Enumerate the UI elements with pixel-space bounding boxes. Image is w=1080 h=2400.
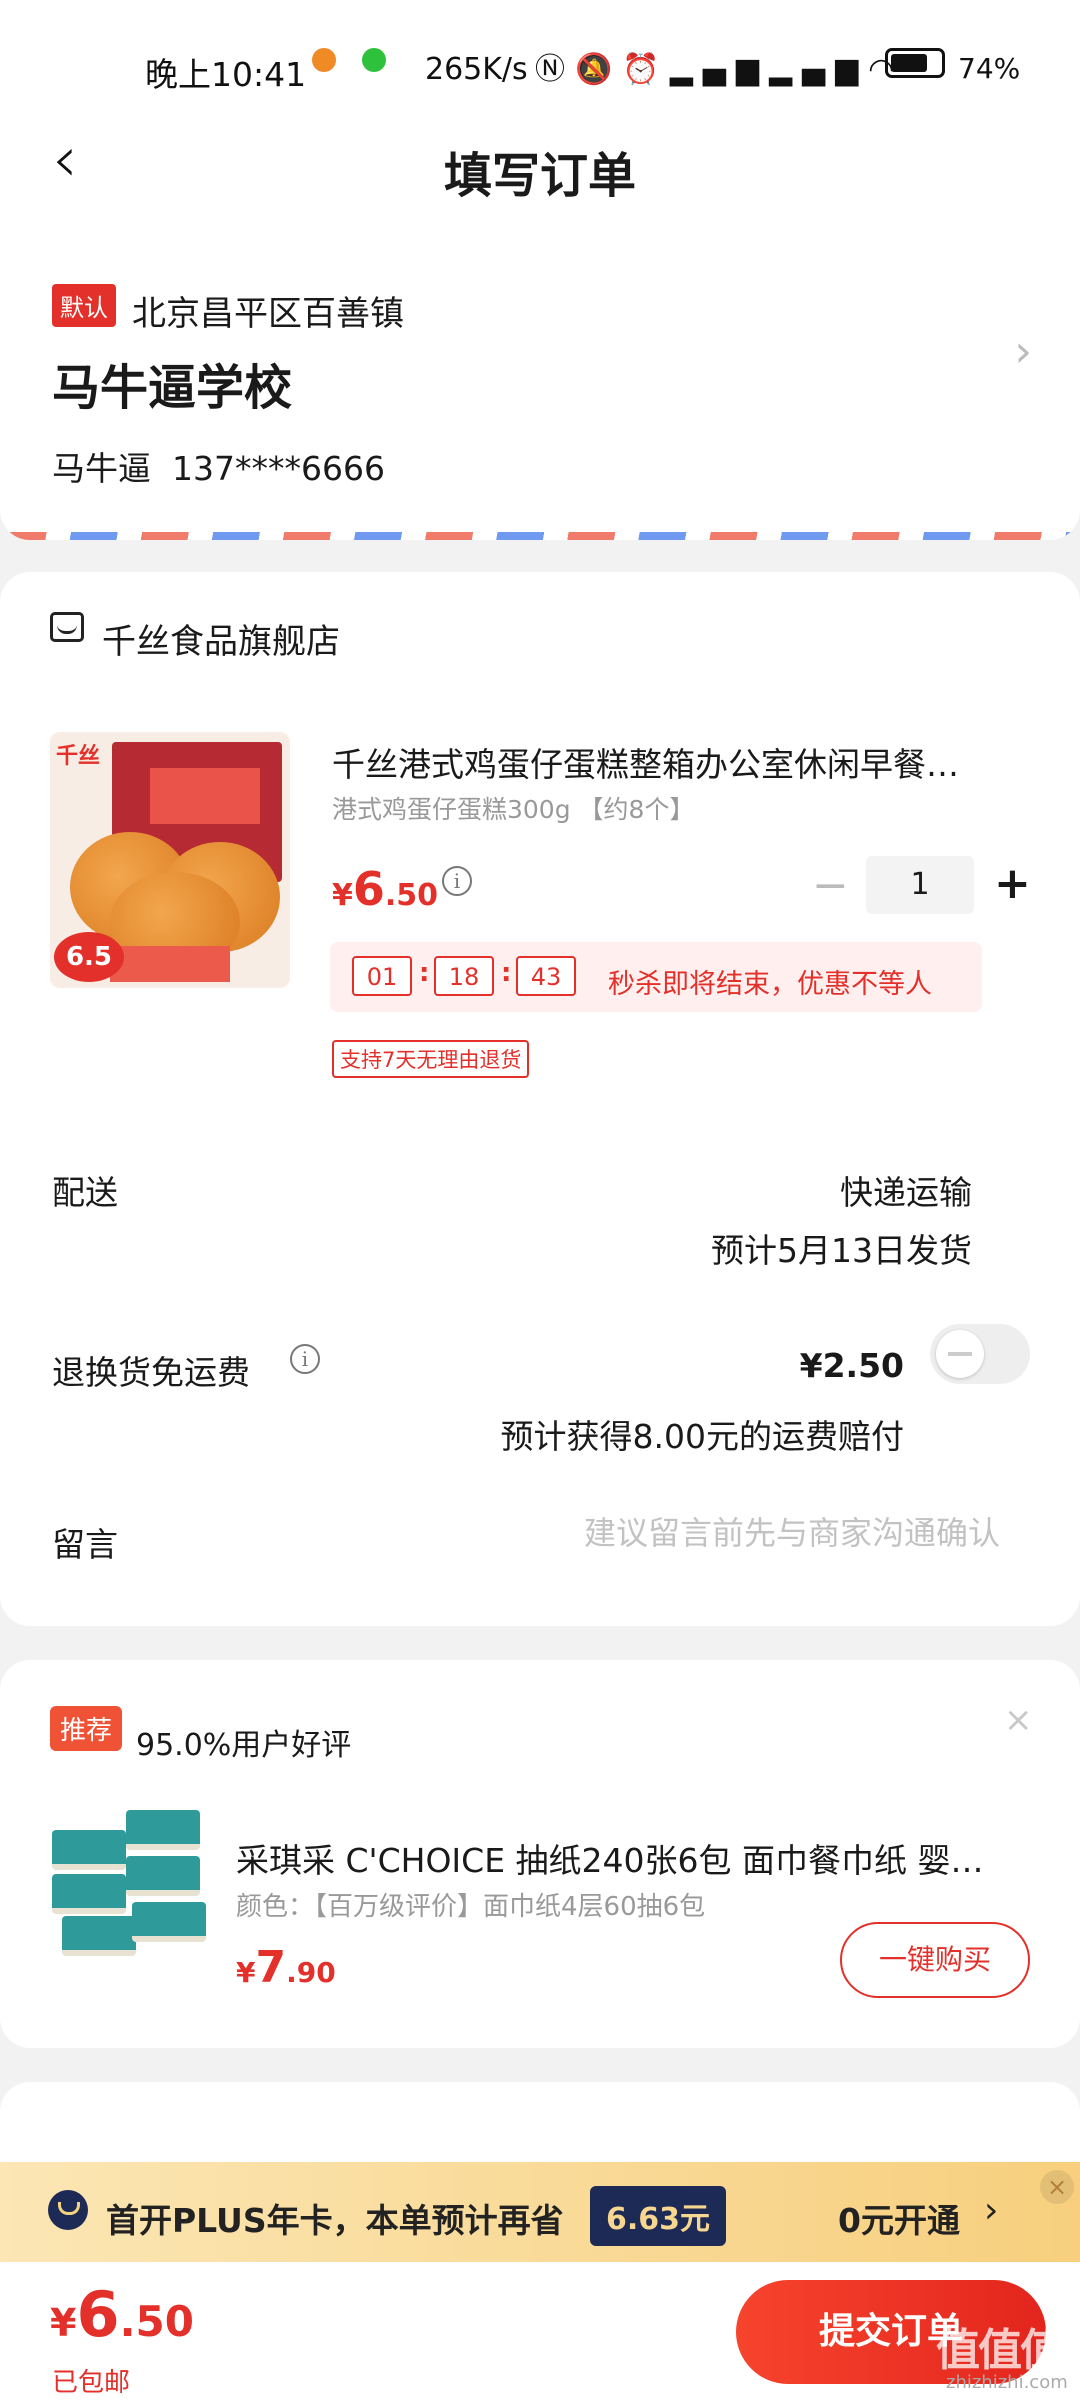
- default-badge: 默认: [52, 284, 116, 327]
- tissue-pack-illustration: [126, 1810, 200, 1850]
- shop-name[interactable]: 千丝食品旗舰店: [102, 614, 340, 663]
- tissue-pack-illustration: [62, 1916, 136, 1956]
- price-int: 6: [352, 862, 385, 916]
- watermark-logo: 值值值: [936, 2325, 1064, 2376]
- alarm-icon: ⏰: [622, 52, 670, 87]
- message-input[interactable]: [500, 1514, 1000, 1552]
- delivery-label: 配送: [52, 1173, 118, 1212]
- status-bar: 晚上10:41 265K/s Ⓝ🔕⏰▂▄▆▂▄▆◠ 74%: [0, 0, 1080, 110]
- product-box-label: [150, 768, 260, 824]
- mute-icon: 🔕: [575, 52, 623, 87]
- shop-icon: [50, 612, 84, 642]
- address-region: 北京昌平区百善镇: [132, 294, 404, 334]
- tissue-pack-illustration: [132, 1902, 206, 1942]
- signal-icon: ▂▄▆: [669, 52, 769, 87]
- chevron-right-icon[interactable]: ›: [984, 2190, 998, 2231]
- status-icons: Ⓝ🔕⏰▂▄▆▂▄▆◠: [535, 44, 904, 88]
- countdown-seconds: 43: [516, 956, 576, 996]
- return-insurance-label: 退换货免运费: [52, 1353, 250, 1392]
- price-int: 6: [76, 2278, 120, 2351]
- return-insurance-info-icon[interactable]: i: [290, 1344, 320, 1374]
- plus-save-amount: 6.63元: [590, 2186, 727, 2246]
- recommend-price: ¥7.90: [236, 1942, 336, 1993]
- plus-logo-icon: [48, 2190, 88, 2230]
- airmail-border: [0, 532, 1080, 540]
- tissue-pack-illustration: [52, 1874, 126, 1914]
- plus-banner[interactable]: 首开PLUS年卡，本单预计再省 6.63元 0元开通 › ×: [0, 2162, 1080, 2262]
- message-label: 留言: [52, 1525, 118, 1564]
- address-name: 马牛逼学校: [52, 360, 293, 416]
- notification-dot-icon: [312, 48, 336, 72]
- toggle-knob: [936, 1330, 984, 1378]
- countdown-colon: :: [501, 958, 512, 988]
- price-dec: .90: [286, 1956, 336, 1989]
- countdown-hours: 01: [352, 956, 412, 996]
- flash-sale-countdown: 01 : 18 : 43 秒杀即将结束，优惠不等人: [330, 942, 982, 1012]
- contact-name: 马牛逼: [52, 449, 151, 488]
- one-click-buy-button[interactable]: 一键购买: [840, 1922, 1030, 1998]
- delivery-method[interactable]: 快递运输: [840, 1166, 972, 1214]
- address-card[interactable]: 默认 北京昌平区百善镇 马牛逼学校 马牛逼 137****6666 ›: [0, 220, 1080, 540]
- recommend-product-image[interactable]: [52, 1810, 212, 1960]
- product-image-strip: [110, 946, 230, 982]
- recommend-title[interactable]: 采琪采 C'CHOICE 抽纸240张6包 面巾餐巾纸 婴…: [236, 1834, 1006, 1882]
- return-insurance-toggle[interactable]: [930, 1324, 1030, 1384]
- shop-card: 千丝食品旗舰店 千丝 6.5 千丝港式鸡蛋仔蛋糕整箱办公室休闲早餐… 港式鸡蛋仔…: [0, 572, 1080, 1626]
- price-symbol: ¥: [236, 1956, 256, 1989]
- notification-dot-icon: [362, 48, 386, 72]
- quantity-value[interactable]: 1: [866, 856, 974, 914]
- page-title: 填写订单: [443, 148, 636, 204]
- contact-phone: 137****6666: [171, 449, 385, 488]
- close-icon[interactable]: ×: [1040, 2170, 1074, 2204]
- recommend-spec: 颜色：【百万级评价】面巾纸4层60抽6包: [236, 1892, 706, 1922]
- recommend-card: 推荐 95.0%用户好评 × 采琪采 C'CHOICE 抽纸240张6包 面巾餐…: [0, 1660, 1080, 2048]
- price-info-icon[interactable]: i: [442, 866, 472, 896]
- return-insurance-note: 预计获得8.00元的运费赔付: [500, 1417, 904, 1456]
- battery-level: [891, 54, 927, 72]
- product-spec[interactable]: 港式鸡蛋仔蛋糕300g 【约8个】: [332, 790, 694, 826]
- free-shipping-label: 已包邮: [52, 2368, 131, 2398]
- recommend-rating: 95.0%用户好评: [136, 1728, 352, 1763]
- quantity-increase-button[interactable]: +: [994, 862, 1031, 906]
- quantity-decrease-button[interactable]: −: [812, 864, 849, 908]
- product-image-price: 6.5: [54, 932, 124, 982]
- plus-text: 首开PLUS年卡，本单预计再省: [106, 2201, 564, 2240]
- bottom-bar: ¥6.50 已包邮 提交订单 值值值 zhizhizhi.com: [0, 2262, 1080, 2400]
- nfc-icon: Ⓝ: [535, 52, 575, 87]
- countdown-colon: :: [419, 958, 430, 988]
- countdown-minutes: 18: [434, 956, 494, 996]
- chevron-right-icon[interactable]: ›: [1014, 326, 1032, 377]
- countdown-text: 秒杀即将结束，优惠不等人: [608, 969, 932, 1000]
- return-insurance-price: ¥2.50: [799, 1346, 904, 1385]
- close-icon[interactable]: ×: [1004, 1700, 1033, 1740]
- tissue-pack-illustration: [126, 1856, 200, 1896]
- product-image[interactable]: 千丝 6.5: [50, 732, 290, 988]
- plus-open-link[interactable]: 0元开通: [838, 2194, 960, 2242]
- battery-percent: 74%: [958, 52, 1021, 85]
- network-speed: 265K/s: [425, 52, 528, 87]
- status-time: 晚上10:41: [145, 55, 307, 94]
- delivery-eta: 预计5月13日发货: [711, 1231, 972, 1270]
- recommend-badge: 推荐: [50, 1706, 123, 1751]
- product-price: ¥6.50: [332, 862, 438, 916]
- tissue-pack-illustration: [52, 1830, 126, 1870]
- price-dec: .50: [384, 878, 439, 913]
- price-int: 7: [255, 1942, 287, 1993]
- product-title[interactable]: 千丝港式鸡蛋仔蛋糕整箱办公室休闲早餐…: [332, 738, 1032, 786]
- return-policy-tag: 支持7天无理由退货: [332, 1040, 530, 1078]
- address-contact: 马牛逼 137****6666: [52, 442, 385, 490]
- price-symbol: ¥: [332, 878, 353, 913]
- order-total: ¥6.50: [50, 2278, 194, 2351]
- signal-icon: ▂▄▆: [768, 52, 869, 87]
- price-dec: .50: [119, 2297, 194, 2346]
- nav-bar: ‹ 填写订单: [0, 110, 1080, 220]
- watermark-url: zhizhizhi.com: [946, 2372, 1068, 2393]
- battery-icon: [885, 48, 945, 78]
- price-symbol: ¥: [50, 2301, 77, 2345]
- product-brand-logo: 千丝: [56, 744, 101, 769]
